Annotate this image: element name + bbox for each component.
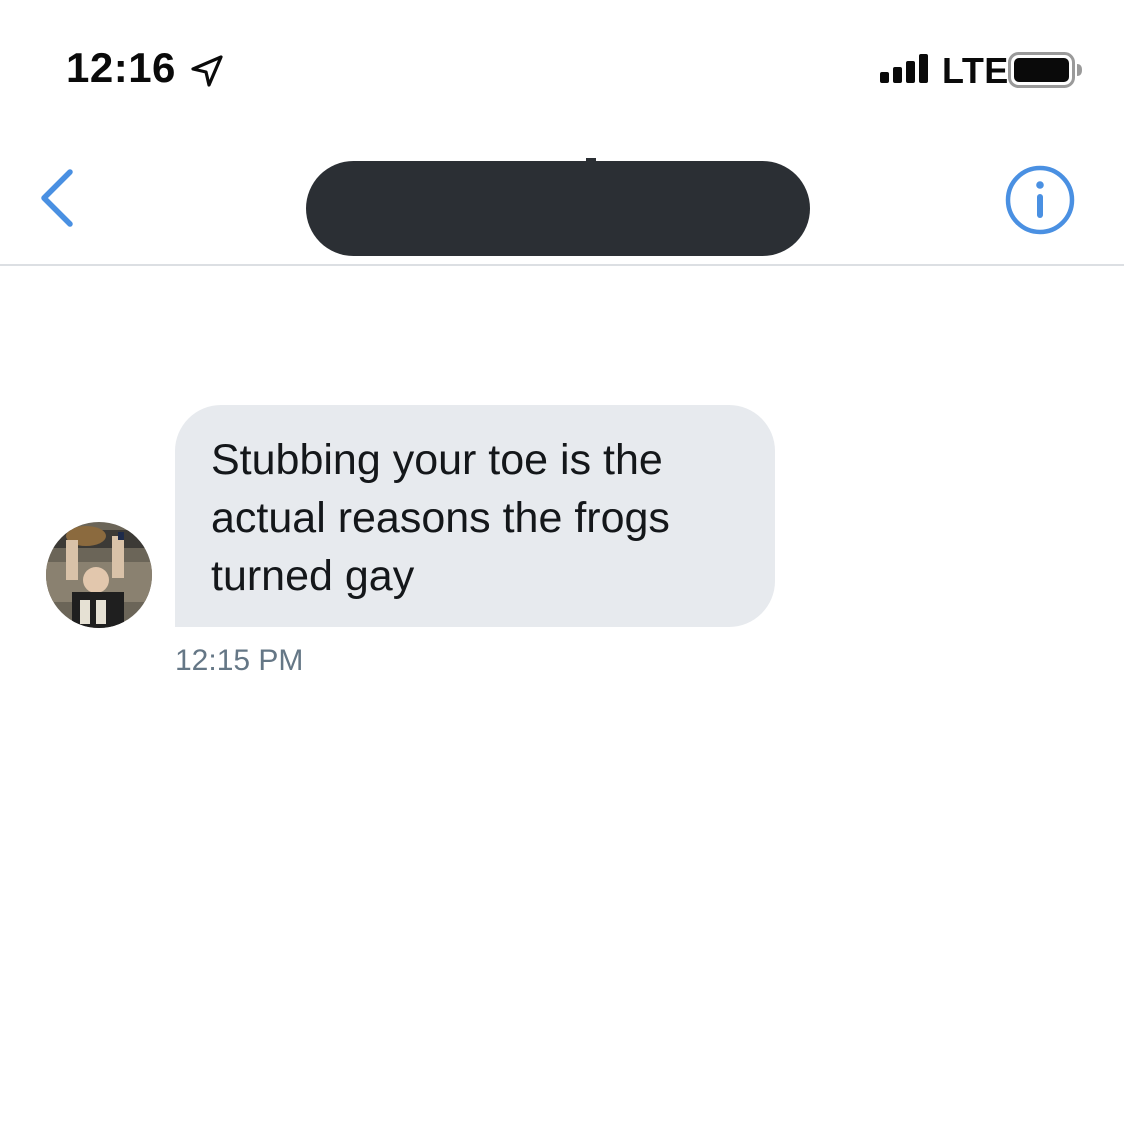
battery-icon bbox=[1008, 52, 1082, 88]
nav-divider bbox=[0, 264, 1124, 266]
info-circle-icon bbox=[1005, 165, 1075, 235]
status-time: 12:16 bbox=[66, 44, 176, 91]
message-timestamp: 12:15 PM bbox=[175, 644, 304, 677]
avatar[interactable] bbox=[46, 522, 152, 628]
message-text: Stubbing your toe is the actual reasons … bbox=[211, 436, 670, 600]
dm-screen: 12:16 LTE Stubbing your toe is the actua… bbox=[0, 0, 1124, 1124]
redacted-contact-name[interactable] bbox=[306, 161, 810, 256]
avatar-photo bbox=[46, 522, 152, 628]
network-label: LTE bbox=[942, 50, 1009, 91]
location-arrow-icon bbox=[191, 55, 223, 87]
message-bubble[interactable]: Stubbing your toe is the actual reasons … bbox=[175, 405, 775, 627]
info-button[interactable] bbox=[1004, 164, 1076, 236]
signal-bars-icon bbox=[880, 54, 928, 83]
chevron-left-icon bbox=[41, 169, 73, 227]
back-button[interactable] bbox=[34, 166, 84, 230]
